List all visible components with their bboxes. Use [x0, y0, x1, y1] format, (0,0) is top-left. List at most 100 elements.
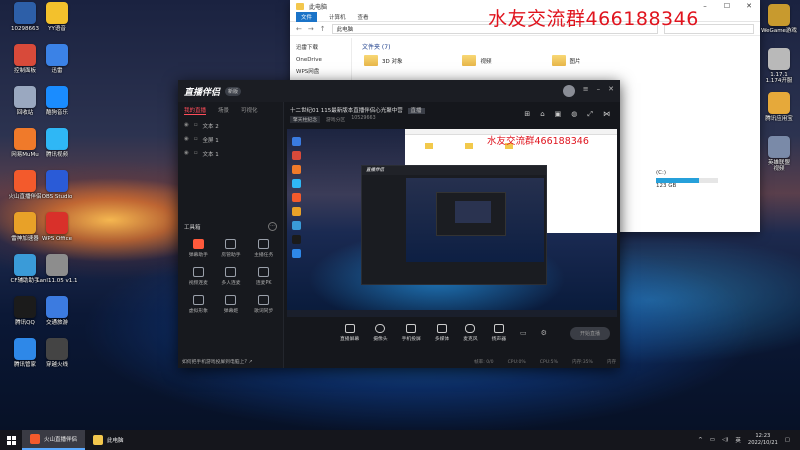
lock-icon[interactable]: ▫	[194, 150, 198, 158]
gift-icon[interactable]: ⊞	[524, 110, 530, 119]
nav-item-wps[interactable]: WPS网盘	[296, 66, 351, 78]
toolbox-item[interactable]: 连麦PK	[247, 267, 280, 286]
desktop-icon-label: 腾讯QQ	[15, 320, 35, 326]
phone-cast-button[interactable]: 手机投屏	[402, 324, 421, 342]
drive-item[interactable]: (C:) 123 GB	[656, 170, 718, 189]
ribbon-tab-view[interactable]: 查看	[358, 13, 369, 21]
folder-icon	[462, 55, 477, 66]
system-tray: ^ ▭ ◁) 英 12:23 2022/10/21 ▢	[698, 433, 800, 447]
toolbox-item[interactable]: 歌词同步	[247, 295, 280, 314]
live-companion-window[interactable]: 直播伴侣 新版 ≡ – ✕ 我的直播 场景 可视化 ◉ ▫ 文本 2 ◉ ▫ 全屏 1 …	[178, 80, 620, 368]
notification-icon[interactable]: ▢	[785, 437, 790, 443]
clock[interactable]: 12:23 2022/10/21	[748, 433, 778, 447]
desktop-icon[interactable]: 迅雷	[34, 44, 80, 74]
lock-icon[interactable]: ▫	[194, 122, 198, 130]
source-item[interactable]: ◉ ▫ 文本 1	[178, 147, 283, 161]
toolbox-item[interactable]: 弹幕助手	[182, 239, 215, 258]
fullscreen-icon[interactable]: ⤢	[587, 110, 593, 119]
folders-group-title[interactable]: 文件夹 (7)	[362, 42, 760, 51]
desktop-icon-label: 1.17.1 1.174开服	[765, 72, 793, 85]
camera-button[interactable]: 摄像头	[373, 324, 388, 342]
app-topbar[interactable]: 直播伴侣 新版 ≡ – ✕	[178, 80, 620, 102]
eye-icon[interactable]: ◉	[184, 150, 189, 158]
desktop-icon[interactable]: 1.17.1 1.174开服	[756, 48, 800, 85]
desktop-icon[interactable]: WeGame游戏	[756, 4, 800, 34]
more-icon[interactable]: ···	[268, 222, 277, 231]
speaker-button[interactable]: 扬声器	[492, 324, 506, 342]
volume-icon[interactable]: ◁)	[722, 437, 728, 443]
start-button[interactable]	[0, 430, 22, 450]
taskbar-item-explorer[interactable]: 此电脑	[85, 430, 132, 450]
desktop-icon[interactable]: WPS Office	[34, 212, 80, 242]
source-item[interactable]: ◉ ▫ 文本 2	[178, 119, 283, 133]
folder-item[interactable]: 视频	[462, 55, 492, 66]
minimize-icon[interactable]: –	[597, 85, 601, 97]
maximize-button[interactable]: ☐	[716, 2, 738, 10]
toolbox-item[interactable]: 主播任务	[247, 239, 280, 258]
tab-visual[interactable]: 可视化	[241, 106, 258, 115]
network-icon[interactable]: ▭	[710, 437, 715, 443]
app-icon	[46, 128, 68, 150]
close-icon[interactable]: ✕	[608, 85, 614, 97]
desktop-icon[interactable]: YY语音	[34, 2, 80, 32]
menu-icon[interactable]: ≡	[583, 85, 589, 97]
stream-header: 十二世纪01 115最新版本直播伴侣心光聚中营 直播 擎天柱纪念 游戏分区 10…	[284, 102, 620, 126]
ribbon-tab-file[interactable]: 文件	[296, 11, 318, 22]
share-icon[interactable]: ⋈	[603, 110, 610, 119]
desktop-icon-label: 腾讯视频	[45, 152, 68, 158]
ribbon-tab-computer[interactable]: 计算机	[329, 13, 346, 21]
folder-item[interactable]: 3D 对象	[364, 55, 402, 66]
nav-item-onedrive[interactable]: OneDrive	[296, 54, 351, 66]
layout-icon[interactable]: ▣	[555, 110, 562, 119]
toolbox-item[interactable]: 房管助手	[215, 239, 248, 258]
lock-icon[interactable]: ▫	[194, 136, 198, 144]
start-live-button[interactable]: 开始直播	[569, 326, 610, 340]
app-icon	[46, 296, 68, 318]
tool-label: 弹幕助手	[188, 253, 208, 258]
settings-icon[interactable]: ⚙	[541, 329, 547, 337]
back-arrow-icon[interactable]: ←	[296, 25, 302, 33]
stream-meta: 擎天柱纪念 游戏分区 10529663	[290, 116, 376, 123]
show-hidden-icons[interactable]: ^	[698, 437, 703, 443]
stream-title[interactable]: 十二世纪01 115最新版本直播伴侣心光聚中营 直播	[290, 106, 425, 114]
stream-preview[interactable]: 水友交流群466188346 直播伴侣	[287, 129, 617, 317]
screen-capture-button[interactable]: 直播屏幕	[340, 324, 359, 342]
lock-icon[interactable]: ⌂	[540, 110, 544, 119]
taskbar-item-live-companion[interactable]: 火山直播伴侣	[22, 430, 86, 450]
tab-my-live[interactable]: 我的直播	[184, 106, 207, 115]
ime-indicator[interactable]: 英	[735, 436, 741, 444]
toolbox-item[interactable]: 虚拟形象	[182, 295, 215, 314]
help-hint[interactable]: 如何把手机游戏投屏到电脑上? ↗	[182, 358, 252, 365]
toolbox-item[interactable]: 多人连麦	[215, 267, 248, 286]
desktop-icon[interactable]: 英雄联盟 视频	[756, 136, 800, 173]
desktop-icon[interactable]: 交通旅游	[34, 296, 80, 326]
toolbox-item[interactable]: 视频连麦	[182, 267, 215, 286]
category-tag[interactable]: 擎天柱纪念	[290, 116, 320, 123]
avatar[interactable]	[562, 85, 575, 97]
desktop-icon[interactable]: 腾讯视频	[34, 128, 80, 158]
desktop-icon[interactable]: 穿越火线	[34, 338, 80, 368]
nav-item-xunlei[interactable]: 迅雷下载	[296, 42, 351, 54]
media-button[interactable]: 多媒体	[435, 324, 449, 342]
notice-icon[interactable]: ◍	[571, 110, 577, 119]
app-icon	[768, 48, 790, 70]
desktop-icon[interactable]: Lanl11.05 v1.1	[34, 254, 80, 284]
video-icon[interactable]: ▭	[520, 329, 527, 337]
eye-icon[interactable]: ◉	[184, 136, 189, 144]
source-item[interactable]: ◉ ▫ 全屏 1	[178, 133, 283, 147]
version-badge[interactable]: 新版	[225, 86, 242, 96]
tool-label: 连麦PK	[255, 281, 272, 286]
desktop-icon[interactable]: 酷狗音乐	[34, 86, 80, 116]
desktop-icon[interactable]: 腾讯应用宝	[756, 92, 800, 122]
tool-icon	[258, 295, 270, 305]
desktop-icon[interactable]: OBS Studio	[34, 170, 80, 200]
tool-label: 弹幕姬	[223, 309, 239, 314]
tab-scene[interactable]: 场景	[218, 106, 229, 115]
microphone-button[interactable]: 麦克风	[463, 324, 478, 342]
forward-arrow-icon[interactable]: →	[308, 25, 314, 33]
eye-icon[interactable]: ◉	[184, 122, 189, 130]
up-arrow-icon[interactable]: ↑	[320, 25, 326, 33]
toolbox-item[interactable]: 弹幕姬	[215, 295, 248, 314]
folder-list: 3D 对象 视频 图片	[356, 55, 760, 66]
folder-item[interactable]: 图片	[551, 55, 581, 66]
